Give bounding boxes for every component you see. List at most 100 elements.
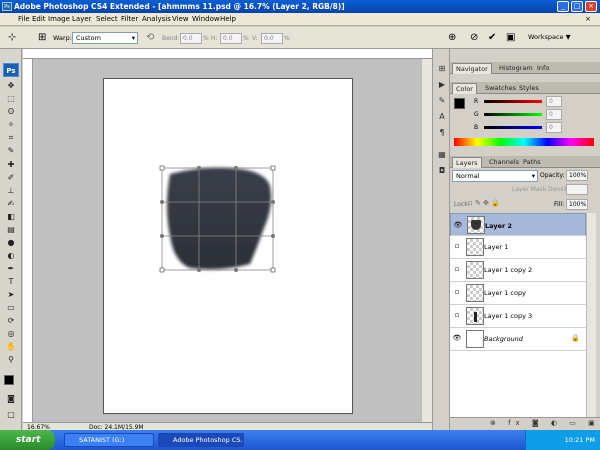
doc-close-icon[interactable]: × (585, 15, 591, 23)
mask-density-field[interactable] (566, 184, 588, 195)
camera-icon[interactable]: ▣ (506, 32, 515, 44)
shape-tool-icon[interactable]: ▭ (5, 302, 17, 313)
blur-tool-icon[interactable]: ● (5, 237, 17, 248)
menu-help[interactable]: Help (220, 15, 236, 23)
magic-wand-icon[interactable]: ✧ (5, 119, 17, 130)
eye-icon[interactable]: 👁 (453, 220, 463, 230)
adjustments-panel-icon[interactable]: ▦ (436, 149, 448, 161)
menu-file[interactable]: File (18, 15, 30, 23)
layer-row[interactable]: ▫ Layer 1 copy 2 (450, 259, 586, 282)
layers-footer[interactable]: ⊗ fx ◙ ◐ ▭ ▣ 🗑 (450, 417, 600, 438)
opacity-field[interactable]: 100% (566, 170, 588, 181)
3d-camera-icon[interactable]: ◎ (5, 328, 17, 339)
menu-window[interactable]: Window (192, 15, 220, 23)
layer-row[interactable]: 👁 Background 🔒 (450, 328, 586, 351)
pen-tool-icon[interactable]: ✒ (5, 263, 17, 274)
layers-scrollbar[interactable] (586, 213, 596, 417)
tab-styles[interactable]: Styles (516, 83, 542, 94)
blend-mode-select[interactable]: Normal ▾ (452, 170, 538, 182)
crop-tool-icon[interactable]: ⌗ (5, 132, 17, 143)
g-slider[interactable] (484, 113, 542, 116)
transform-tool-icon[interactable]: ⊹ (8, 32, 16, 44)
tab-channels[interactable]: Channels (486, 157, 522, 168)
task-photoshop[interactable]: Adobe Photoshop CS... (158, 433, 244, 447)
tab-info[interactable]: Info (534, 63, 552, 74)
tab-swatches[interactable]: Swatches (482, 83, 519, 94)
tab-color[interactable]: Color (452, 83, 477, 94)
gradient-tool-icon[interactable]: ▤ (5, 224, 17, 235)
lasso-tool-icon[interactable]: ʘ (5, 106, 17, 117)
eyedropper-icon[interactable]: ✎ (5, 145, 17, 156)
dodge-tool-icon[interactable]: ◐ (5, 250, 17, 261)
brushes-panel-icon[interactable]: ✎ (436, 95, 448, 107)
menu-view[interactable]: View (172, 15, 189, 23)
v-field[interactable]: 0.0 (261, 33, 283, 44)
eye-icon[interactable]: ▫ (452, 311, 462, 321)
actions-panel-icon[interactable]: ▶ (436, 79, 448, 91)
character-panel-icon[interactable]: A (436, 111, 448, 123)
tab-histogram[interactable]: Histogram (496, 63, 536, 74)
task-explorer[interactable]: SATANIST (G:) (64, 433, 154, 447)
move-tool-icon[interactable]: ✥ (5, 80, 17, 91)
warp-select[interactable]: Custom ▾ (72, 32, 138, 44)
commit-transform-icon[interactable]: ✔ (488, 32, 496, 44)
tab-navigator[interactable]: Navigator (452, 63, 492, 74)
eye-icon[interactable]: ▫ (452, 265, 462, 275)
warp-mode-icon[interactable]: ⊕ (448, 32, 456, 44)
menu-filter[interactable]: Filter (121, 15, 138, 23)
lock-icons[interactable]: ▫ ✎ ✥ 🔒 (468, 199, 500, 207)
quick-mask-icon[interactable]: ◙ (5, 393, 17, 404)
eye-icon[interactable]: 👁 (452, 334, 462, 344)
workspace-button[interactable]: Workspace ▼ (528, 33, 571, 41)
menu-select[interactable]: Select (96, 15, 118, 23)
start-button[interactable]: start (0, 430, 55, 450)
healing-brush-icon[interactable]: ✚ (5, 159, 17, 170)
eye-icon[interactable]: ▫ (452, 288, 462, 298)
history-brush-icon[interactable]: ✍ (5, 198, 17, 209)
eraser-tool-icon[interactable]: ◧ (5, 211, 17, 222)
fill-field[interactable]: 100% (566, 199, 588, 210)
close-button[interactable]: × (585, 1, 597, 12)
reference-point-icon[interactable]: ⊞ (38, 32, 46, 44)
eye-icon[interactable]: ▫ (452, 242, 462, 252)
warp-transform-layer[interactable] (159, 165, 276, 273)
foreground-color-swatch[interactable] (4, 375, 14, 385)
type-tool-icon[interactable]: T (5, 276, 17, 287)
color-foreground-swatch[interactable] (454, 98, 465, 109)
tab-layers[interactable]: Layers (452, 157, 482, 168)
maximize-button[interactable]: □ (571, 1, 583, 12)
orientation-icon[interactable]: ⟲ (146, 32, 154, 44)
minimize-button[interactable]: _ (557, 1, 569, 12)
vertical-scrollbar[interactable] (421, 59, 432, 422)
clock[interactable]: 10:21 PM (565, 436, 595, 444)
color-ramp[interactable] (454, 138, 594, 146)
cancel-transform-icon[interactable]: ⊘ (470, 32, 478, 44)
clone-stamp-icon[interactable]: ⊥ (5, 185, 17, 196)
layer-row[interactable]: ▫ Layer 1 copy 3 (450, 305, 586, 328)
b-field[interactable]: 0 (546, 122, 562, 133)
brush-tool-icon[interactable]: ✐ (5, 172, 17, 183)
tab-paths[interactable]: Paths (520, 157, 544, 168)
r-field[interactable]: 0 (546, 96, 562, 107)
layer-row[interactable]: 👁 Layer 2 (450, 213, 586, 236)
layer-row[interactable]: ▫ Layer 1 (450, 236, 586, 259)
layer-row[interactable]: ▫ Layer 1 copy (450, 282, 586, 305)
menu-edit[interactable]: Edit (32, 15, 46, 23)
screen-mode-icon[interactable]: ▢ (5, 409, 17, 420)
menu-image[interactable]: Image (48, 15, 70, 23)
menu-layer[interactable]: Layer (72, 15, 92, 23)
menu-analysis[interactable]: Analysis (142, 15, 171, 23)
h-field[interactable]: 0.0 (220, 33, 242, 44)
g-field[interactable]: 0 (546, 109, 562, 120)
zoom-tool-icon[interactable]: ⚲ (5, 354, 17, 365)
hand-tool-icon[interactable]: ✋ (5, 341, 17, 352)
history-panel-icon[interactable]: ⊞ (436, 63, 448, 75)
masks-panel-icon[interactable]: ◘ (436, 165, 448, 177)
paragraph-panel-icon[interactable]: ¶ (436, 127, 448, 139)
3d-rotate-icon[interactable]: ⟳ (5, 315, 17, 326)
path-selection-icon[interactable]: ➤ (5, 289, 17, 300)
bend-field[interactable]: 0.0 (180, 33, 202, 44)
b-slider[interactable] (484, 126, 542, 129)
marquee-tool-icon[interactable]: ⬚ (5, 93, 17, 104)
r-slider[interactable] (484, 100, 542, 103)
